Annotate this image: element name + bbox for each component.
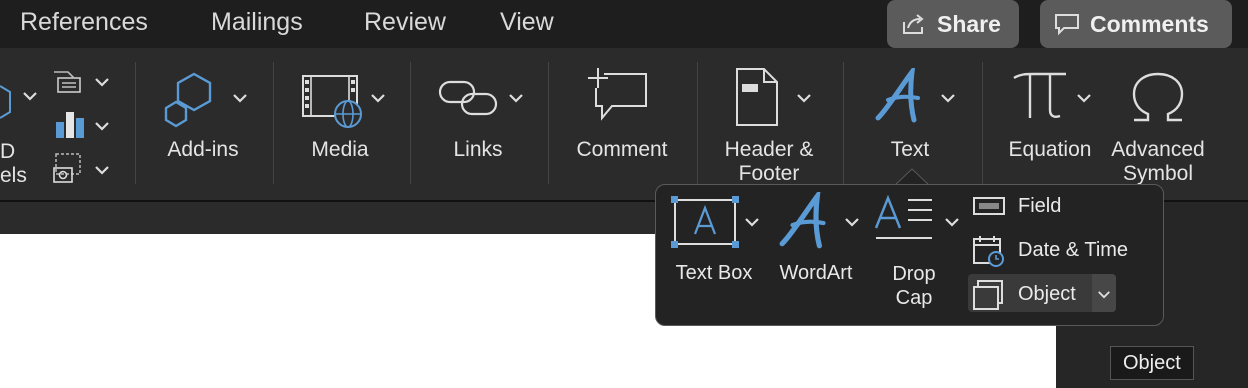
separator [843,62,844,184]
tab-view[interactable]: View [500,8,554,37]
separator [548,62,549,184]
chevron-down-icon[interactable] [508,92,524,104]
screenshot-icon[interactable] [52,152,86,186]
wordart-label: WordArt [779,262,853,284]
partial-label-bottom: els [0,164,27,187]
chart-icon[interactable] [54,108,88,140]
object-icon [972,279,1006,310]
calendar-clock-icon [972,235,1006,267]
separator [410,62,411,184]
tab-review[interactable]: Review [364,8,446,37]
share-icon [903,14,924,34]
share-label: Share [937,10,1001,37]
tooltip-text: Object [1123,351,1181,374]
field-icon [972,191,1006,221]
advanced-symbol-label-1: Advanced [1111,138,1205,161]
chevron-down-icon[interactable] [370,92,386,104]
chevron-down-icon[interactable] [796,92,812,104]
smartart-icon[interactable] [52,70,86,96]
wordart-a-icon [875,68,920,123]
comment-bubble-icon [1055,14,1079,36]
omega-icon [1132,72,1184,122]
chevron-down-icon[interactable] [94,164,110,176]
chevron-down-icon[interactable] [844,216,860,228]
drop-cap-label-1: Drop [892,263,936,285]
object-label: Object [1018,282,1076,305]
text-box-label: Text Box [675,262,753,284]
equation-label: Equation [1008,138,1092,161]
separator [982,62,983,184]
header-footer-label-1: Header & [724,138,814,161]
date-time-button[interactable]: Date & Time [972,232,1128,268]
3d-model-icon[interactable] [0,78,12,122]
advanced-symbol-label-2: Symbol [1122,162,1194,185]
text-label: Text [890,138,930,161]
chevron-down-icon[interactable] [1097,289,1111,300]
chevron-down-icon[interactable] [94,120,110,132]
chevron-down-icon[interactable] [94,76,110,88]
separator [273,62,274,184]
field-button[interactable]: Field [972,188,1061,224]
add-ins-icon [164,72,212,128]
ribbon-tab-bar: References Mailings Review View Share Co… [0,0,1248,48]
separator [697,62,698,184]
drop-cap-label-2: Cap [895,287,933,309]
media-label: Media [311,138,369,161]
add-ins-label: Add-ins [167,138,239,161]
new-comment-icon [588,68,647,121]
date-time-label: Date & Time [1018,238,1129,261]
wordart-icon [779,192,826,249]
comments-button[interactable]: Comments [1040,0,1232,48]
tab-mailings[interactable]: Mailings [211,8,303,37]
header-footer-icon [736,68,778,126]
partial-label-top: D [0,140,16,163]
text-box-icon [671,196,739,248]
chevron-down-icon[interactable] [944,216,960,228]
chevron-down-icon[interactable] [232,92,248,104]
chevron-down-icon[interactable] [744,216,760,228]
tab-references[interactable]: References [20,8,148,37]
tooltip: Object [1110,346,1194,380]
comment-label: Comment [576,138,668,161]
chevron-down-icon[interactable] [22,90,38,102]
object-button[interactable]: Object [972,276,1076,312]
header-footer-label-2: Footer [738,162,800,185]
pi-icon [1013,72,1066,118]
comments-label: Comments [1090,10,1209,37]
link-icon [438,80,498,116]
drop-cap-icon [874,194,932,239]
share-button[interactable]: Share [887,0,1019,48]
links-label: Links [453,138,503,161]
chevron-down-icon[interactable] [1076,92,1092,104]
separator [135,62,136,184]
chevron-down-icon[interactable] [940,92,956,104]
field-label: Field [1018,194,1062,217]
media-icon [302,75,362,128]
